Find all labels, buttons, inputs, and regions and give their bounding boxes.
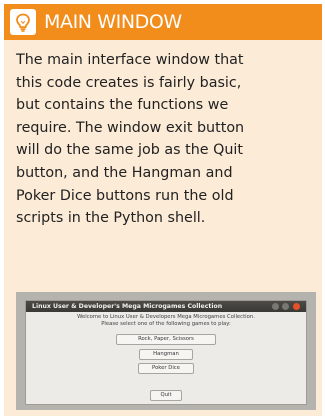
welcome-line: Welcome to Linux User & Developers Mega …	[77, 314, 255, 320]
hangman-button[interactable]: Hangman	[139, 349, 193, 360]
boxout-title: MAIN WINDOW	[44, 11, 182, 33]
body-line: this code creates is fairly basic,	[16, 74, 242, 91]
lightbulb-icon	[10, 9, 36, 35]
body-line: will do the same job as the Quit	[16, 142, 243, 159]
welcome-line: Please select one of the following games…	[101, 321, 231, 327]
boxout-panel: MAIN WINDOW The main interface window th…	[4, 4, 322, 416]
app-window: Linux User & Developer's Mega Microgames…	[25, 300, 307, 405]
body-line: The main interface window that	[16, 52, 244, 68]
window-titlebar: Linux User & Developer's Mega Microgames…	[26, 301, 306, 312]
boxout-header: MAIN WINDOW	[4, 4, 322, 40]
maximize-icon[interactable]	[282, 303, 289, 310]
poker-dice-button[interactable]: Poker Dice	[138, 363, 194, 374]
minimize-icon[interactable]	[272, 303, 279, 310]
boxout-body-text: The main interface window that this code…	[16, 49, 314, 230]
close-icon[interactable]	[293, 303, 300, 310]
quit-button[interactable]: Quit	[150, 390, 182, 401]
welcome-message: Welcome to Linux User & Developers Mega …	[26, 314, 306, 328]
rock-paper-scissors-button[interactable]: Rock, Paper, Scissors	[116, 334, 216, 345]
body-line: but contains the functions we	[16, 97, 229, 114]
body-line: Poker Dice buttons run the old	[16, 187, 234, 204]
body-line: require. The window exit button	[16, 119, 245, 136]
app-screenshot: Linux User & Developer's Mega Microgames…	[16, 292, 316, 410]
body-line: scripts in the Python shell.	[16, 210, 206, 227]
window-title: Linux User & Developer's Mega Microgames…	[32, 303, 223, 310]
body-line: button, and the Hangman and	[16, 164, 233, 181]
